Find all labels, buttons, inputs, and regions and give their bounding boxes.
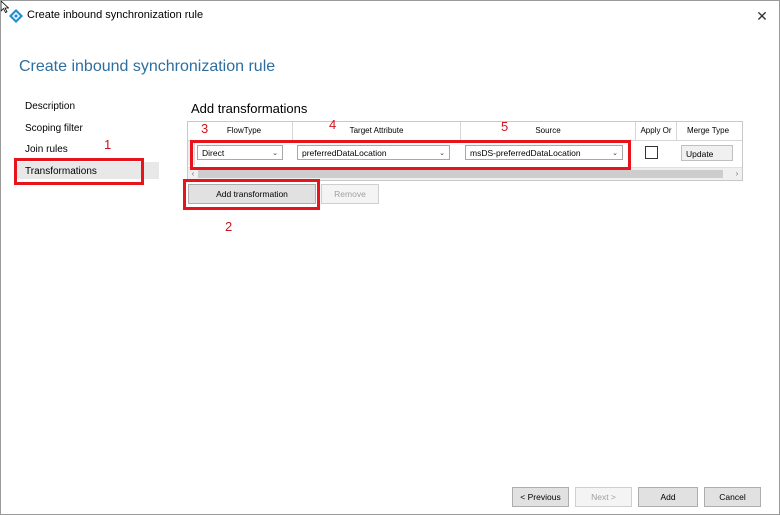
annotation-number-4: 4 <box>329 117 337 132</box>
source-dropdown[interactable]: msDS-preferredDataLocation ⌄ <box>465 145 623 160</box>
dialog-window: Create inbound synchronization rule ✕ Cr… <box>0 0 780 515</box>
horizontal-scrollbar[interactable]: ‹ › <box>188 167 742 180</box>
annotation-number-1: 1 <box>104 137 112 152</box>
nav-item-join-rules[interactable]: Join rules <box>25 144 68 155</box>
scroll-left-icon[interactable]: ‹ <box>188 168 198 180</box>
add-transformation-button[interactable]: Add transformation <box>188 184 316 204</box>
page-heading: Create inbound synchronization rule <box>19 58 276 75</box>
column-header-flowtype[interactable]: FlowType <box>196 126 292 135</box>
column-header-merge-type[interactable]: Merge Type <box>677 126 739 135</box>
nav-item-scoping-filter[interactable]: Scoping filter <box>25 123 83 134</box>
scrollbar-thumb[interactable] <box>198 170 723 178</box>
next-button[interactable]: Next > <box>575 487 632 507</box>
close-button[interactable]: ✕ <box>753 7 771 25</box>
flowtype-dropdown[interactable]: Direct ⌄ <box>197 145 283 160</box>
source-value: msDS-preferredDataLocation <box>470 148 581 158</box>
window-title: Create inbound synchronization rule <box>27 9 204 21</box>
row-selector[interactable] <box>188 141 195 165</box>
nav-item-transformations[interactable]: Transformations <box>25 166 97 177</box>
flowtype-value: Direct <box>202 148 225 158</box>
cancel-button[interactable]: Cancel <box>704 487 761 507</box>
nav-item-description[interactable]: Description <box>25 101 75 112</box>
transformations-grid: FlowType Target Attribute Source Apply O… <box>187 121 743 181</box>
column-header-target-attribute[interactable]: Target Attribute <box>293 126 460 135</box>
sync-diamond-icon <box>9 9 23 23</box>
target-attribute-value: preferredDataLocation <box>302 148 387 158</box>
annotation-number-3: 3 <box>201 121 209 136</box>
add-button[interactable]: Add <box>638 487 698 507</box>
close-icon: ✕ <box>756 8 768 24</box>
chevron-down-icon: ⌄ <box>612 150 618 157</box>
scroll-right-icon[interactable]: › <box>732 168 742 180</box>
column-header-source[interactable]: Source <box>461 126 635 135</box>
merge-type-field[interactable]: Update <box>681 145 733 161</box>
chevron-down-icon: ⌄ <box>272 150 278 157</box>
target-attribute-dropdown[interactable]: preferredDataLocation ⌄ <box>297 145 450 160</box>
remove-button[interactable]: Remove <box>321 184 379 204</box>
apply-once-checkbox[interactable] <box>645 146 658 159</box>
title-bar: Create inbound synchronization rule ✕ <box>1 1 779 31</box>
grid-header: FlowType Target Attribute Source Apply O… <box>188 122 742 141</box>
annotation-number-5: 5 <box>501 119 509 134</box>
section-title: Add transformations <box>191 101 308 116</box>
merge-type-value: Update <box>686 149 714 159</box>
column-header-apply-once[interactable]: Apply Or <box>636 126 676 135</box>
chevron-down-icon: ⌄ <box>439 150 445 157</box>
previous-button[interactable]: < Previous <box>512 487 569 507</box>
annotation-number-2: 2 <box>225 219 233 234</box>
